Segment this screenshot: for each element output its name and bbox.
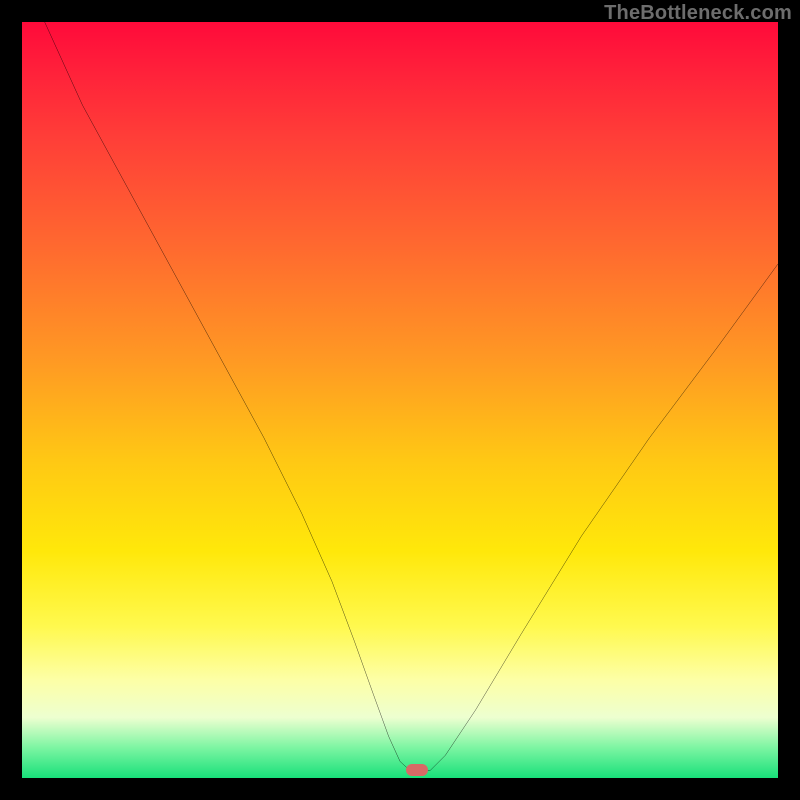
optimal-marker <box>406 764 428 776</box>
bottleneck-curve <box>22 22 778 778</box>
chart-frame: TheBottleneck.com <box>0 0 800 800</box>
plot-area <box>22 22 778 778</box>
watermark-text: TheBottleneck.com <box>604 2 792 25</box>
